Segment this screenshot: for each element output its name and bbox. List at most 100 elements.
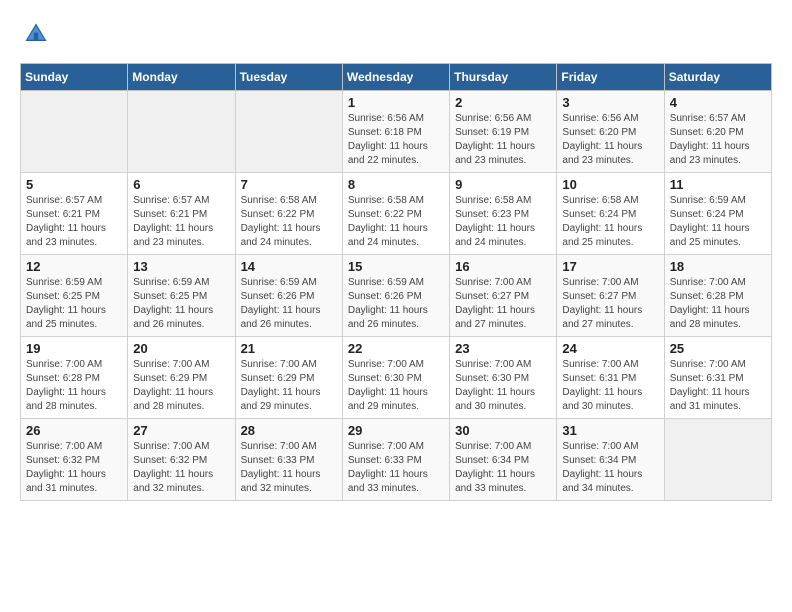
day-info: Sunrise: 6:56 AMSunset: 6:19 PMDaylight:… xyxy=(455,112,551,168)
calendar-cell: 18 Sunrise: 7:00 AMSunset: 6:28 PMDayligh… xyxy=(664,255,771,337)
calendar-cell: 25Sunrise: 7:00 AMSunset: 6:31 PMDayligh… xyxy=(664,337,771,419)
calendar-cell: 4 Sunrise: 6:57 AMSunset: 6:20 PMDaylight… xyxy=(664,91,771,173)
day-info: Sunrise: 7:00 AMSunset: 6:33 PMDaylight:… xyxy=(348,440,444,496)
day-number: 21 xyxy=(241,341,337,356)
logo xyxy=(20,20,50,53)
calendar-cell: 7 Sunrise: 6:58 AMSunset: 6:22 PMDaylight… xyxy=(235,173,342,255)
calendar-cell xyxy=(128,91,235,173)
calendar-cell: 6 Sunrise: 6:57 AMSunset: 6:21 PMDaylight… xyxy=(128,173,235,255)
day-number: 13 xyxy=(133,259,229,274)
day-info: Sunrise: 7:00 AMSunset: 6:27 PMDaylight:… xyxy=(455,276,551,332)
day-number: 29 xyxy=(348,423,444,438)
day-number: 31 xyxy=(562,423,658,438)
calendar-cell: 27Sunrise: 7:00 AMSunset: 6:32 PMDayligh… xyxy=(128,419,235,501)
day-number: 30 xyxy=(455,423,551,438)
calendar-cell: 21 Sunrise: 7:00 AMSunset: 6:29 PMDayligh… xyxy=(235,337,342,419)
day-info: Sunrise: 7:00 AMSunset: 6:28 PMDaylight:… xyxy=(26,358,122,414)
day-number: 8 xyxy=(348,177,444,192)
day-number: 18 xyxy=(670,259,766,274)
weekday-header-friday: Friday xyxy=(557,64,664,91)
day-number: 15 xyxy=(348,259,444,274)
calendar-cell: 10Sunrise: 6:58 AMSunset: 6:24 PMDayligh… xyxy=(557,173,664,255)
day-number: 23 xyxy=(455,341,551,356)
day-number: 4 xyxy=(670,95,766,110)
day-number: 14 xyxy=(241,259,337,274)
calendar-cell: 26Sunrise: 7:00 AMSunset: 6:32 PMDayligh… xyxy=(21,419,128,501)
day-info: Sunrise: 7:00 AMSunset: 6:28 PMDaylight:… xyxy=(670,276,766,332)
day-number: 28 xyxy=(241,423,337,438)
day-info: Sunrise: 6:57 AMSunset: 6:21 PMDaylight:… xyxy=(133,194,229,250)
calendar-cell xyxy=(235,91,342,173)
calendar-cell: 2 Sunrise: 6:56 AMSunset: 6:19 PMDaylight… xyxy=(450,91,557,173)
day-info: Sunrise: 6:57 AMSunset: 6:20 PMDaylight:… xyxy=(670,112,766,168)
day-info: Sunrise: 6:59 AMSunset: 6:26 PMDaylight:… xyxy=(241,276,337,332)
day-info: Sunrise: 6:58 AMSunset: 6:22 PMDaylight:… xyxy=(348,194,444,250)
day-number: 11 xyxy=(670,177,766,192)
calendar-cell: 24 Sunrise: 7:00 AMSunset: 6:31 PMDayligh… xyxy=(557,337,664,419)
day-number: 1 xyxy=(348,95,444,110)
day-info: Sunrise: 6:56 AMSunset: 6:20 PMDaylight:… xyxy=(562,112,658,168)
calendar-cell: 8 Sunrise: 6:58 AMSunset: 6:22 PMDaylight… xyxy=(342,173,449,255)
day-info: Sunrise: 6:58 AMSunset: 6:23 PMDaylight:… xyxy=(455,194,551,250)
day-number: 24 xyxy=(562,341,658,356)
calendar-cell: 19 Sunrise: 7:00 AMSunset: 6:28 PMDayligh… xyxy=(21,337,128,419)
calendar-week-row: 5Sunrise: 6:57 AMSunset: 6:21 PMDaylight… xyxy=(21,173,772,255)
day-info: Sunrise: 7:00 AMSunset: 6:29 PMDaylight:… xyxy=(241,358,337,414)
weekday-header-saturday: Saturday xyxy=(664,64,771,91)
day-info: Sunrise: 7:00 AMSunset: 6:32 PMDaylight:… xyxy=(26,440,122,496)
day-info: Sunrise: 6:58 AMSunset: 6:22 PMDaylight:… xyxy=(241,194,337,250)
calendar-cell xyxy=(21,91,128,173)
calendar-cell: 15 Sunrise: 6:59 AMSunset: 6:26 PMDayligh… xyxy=(342,255,449,337)
day-number: 7 xyxy=(241,177,337,192)
day-info: Sunrise: 6:59 AMSunset: 6:24 PMDaylight:… xyxy=(670,194,766,250)
day-info: Sunrise: 7:00 AMSunset: 6:32 PMDaylight:… xyxy=(133,440,229,496)
calendar-cell: 28Sunrise: 7:00 AMSunset: 6:33 PMDayligh… xyxy=(235,419,342,501)
calendar-week-row: 26Sunrise: 7:00 AMSunset: 6:32 PMDayligh… xyxy=(21,419,772,501)
calendar-cell: 3 Sunrise: 6:56 AMSunset: 6:20 PMDaylight… xyxy=(557,91,664,173)
page: SundayMondayTuesdayWednesdayThursdayFrid… xyxy=(0,0,792,521)
calendar-header-row: SundayMondayTuesdayWednesdayThursdayFrid… xyxy=(21,64,772,91)
day-number: 2 xyxy=(455,95,551,110)
calendar-cell: 9 Sunrise: 6:58 AMSunset: 6:23 PMDaylight… xyxy=(450,173,557,255)
weekday-header-sunday: Sunday xyxy=(21,64,128,91)
day-info: Sunrise: 7:00 AMSunset: 6:31 PMDaylight:… xyxy=(670,358,766,414)
day-number: 9 xyxy=(455,177,551,192)
day-info: Sunrise: 7:00 AMSunset: 6:34 PMDaylight:… xyxy=(455,440,551,496)
calendar-cell: 29 Sunrise: 7:00 AMSunset: 6:33 PMDayligh… xyxy=(342,419,449,501)
day-info: Sunrise: 6:58 AMSunset: 6:24 PMDaylight:… xyxy=(562,194,658,250)
day-info: Sunrise: 6:59 AMSunset: 6:25 PMDaylight:… xyxy=(26,276,122,332)
day-info: Sunrise: 6:59 AMSunset: 6:26 PMDaylight:… xyxy=(348,276,444,332)
day-info: Sunrise: 7:00 AMSunset: 6:34 PMDaylight:… xyxy=(562,440,658,496)
calendar-table: SundayMondayTuesdayWednesdayThursdayFrid… xyxy=(20,63,772,501)
day-info: Sunrise: 7:00 AMSunset: 6:30 PMDaylight:… xyxy=(455,358,551,414)
weekday-header-tuesday: Tuesday xyxy=(235,64,342,91)
calendar-cell: 5Sunrise: 6:57 AMSunset: 6:21 PMDaylight… xyxy=(21,173,128,255)
day-number: 20 xyxy=(133,341,229,356)
day-info: Sunrise: 7:00 AMSunset: 6:29 PMDaylight:… xyxy=(133,358,229,414)
day-number: 17 xyxy=(562,259,658,274)
calendar-cell: 14 Sunrise: 6:59 AMSunset: 6:26 PMDayligh… xyxy=(235,255,342,337)
day-info: Sunrise: 6:56 AMSunset: 6:18 PMDaylight:… xyxy=(348,112,444,168)
calendar-week-row: 19 Sunrise: 7:00 AMSunset: 6:28 PMDayligh… xyxy=(21,337,772,419)
calendar-cell: 12 Sunrise: 6:59 AMSunset: 6:25 PMDayligh… xyxy=(21,255,128,337)
calendar-cell: 31 Sunrise: 7:00 AMSunset: 6:34 PMDayligh… xyxy=(557,419,664,501)
calendar-cell: 23 Sunrise: 7:00 AMSunset: 6:30 PMDayligh… xyxy=(450,337,557,419)
calendar-cell: 20 Sunrise: 7:00 AMSunset: 6:29 PMDayligh… xyxy=(128,337,235,419)
logo-icon xyxy=(22,20,50,48)
weekday-header-wednesday: Wednesday xyxy=(342,64,449,91)
day-number: 12 xyxy=(26,259,122,274)
day-number: 6 xyxy=(133,177,229,192)
day-info: Sunrise: 6:59 AMSunset: 6:25 PMDaylight:… xyxy=(133,276,229,332)
day-number: 3 xyxy=(562,95,658,110)
calendar-cell: 22Sunrise: 7:00 AMSunset: 6:30 PMDayligh… xyxy=(342,337,449,419)
calendar-cell: 1 Sunrise: 6:56 AMSunset: 6:18 PMDaylight… xyxy=(342,91,449,173)
day-number: 19 xyxy=(26,341,122,356)
calendar-body: 1 Sunrise: 6:56 AMSunset: 6:18 PMDaylight… xyxy=(21,91,772,501)
calendar-week-row: 12 Sunrise: 6:59 AMSunset: 6:25 PMDayligh… xyxy=(21,255,772,337)
calendar-week-row: 1 Sunrise: 6:56 AMSunset: 6:18 PMDaylight… xyxy=(21,91,772,173)
weekday-header-thursday: Thursday xyxy=(450,64,557,91)
calendar-cell: 11 Sunrise: 6:59 AMSunset: 6:24 PMDayligh… xyxy=(664,173,771,255)
calendar-cell: 30 Sunrise: 7:00 AMSunset: 6:34 PMDayligh… xyxy=(450,419,557,501)
calendar-cell: 13 Sunrise: 6:59 AMSunset: 6:25 PMDayligh… xyxy=(128,255,235,337)
day-info: Sunrise: 7:00 AMSunset: 6:31 PMDaylight:… xyxy=(562,358,658,414)
